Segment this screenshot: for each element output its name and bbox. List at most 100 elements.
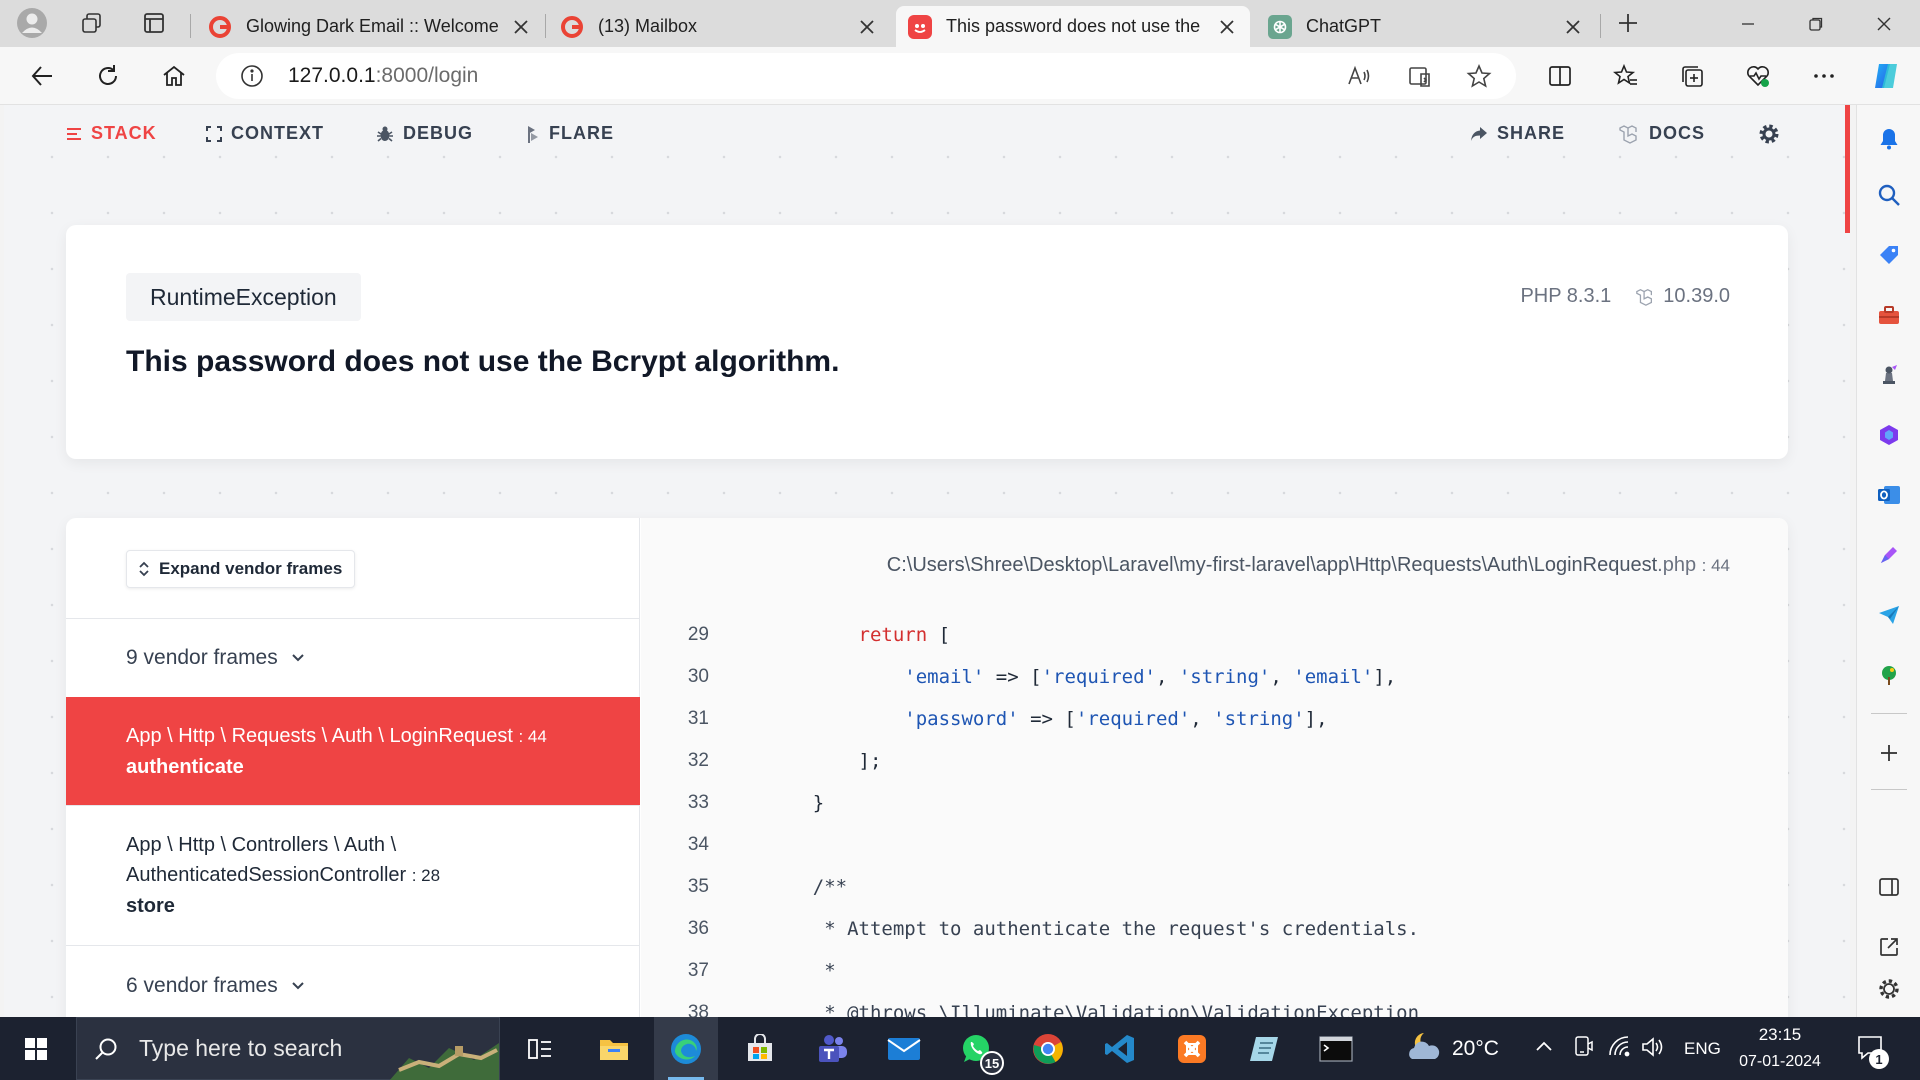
show-hidden-icons-button[interactable] bbox=[1534, 1037, 1554, 1062]
read-aloud-icon[interactable] bbox=[1346, 63, 1372, 94]
line-source: * Attempt to authenticate the request's … bbox=[767, 918, 1419, 940]
volume-icon[interactable] bbox=[1640, 1035, 1666, 1064]
chevron-down-icon bbox=[292, 653, 304, 661]
more-options-button[interactable] bbox=[1804, 56, 1844, 96]
mail-button[interactable] bbox=[872, 1017, 936, 1080]
designer-button[interactable] bbox=[1869, 535, 1909, 575]
home-button[interactable] bbox=[154, 56, 194, 96]
copilot-button[interactable] bbox=[1866, 56, 1906, 96]
weather-icon[interactable] bbox=[1404, 1029, 1444, 1070]
tab-chatgpt[interactable]: ChatGPT bbox=[1256, 6, 1596, 47]
tab-mailbox[interactable]: (13) Mailbox bbox=[548, 6, 890, 47]
edge-taskbar-button[interactable] bbox=[654, 1017, 718, 1080]
workspaces-button[interactable] bbox=[72, 6, 112, 40]
tools-button[interactable] bbox=[1869, 295, 1909, 335]
outlook-button[interactable] bbox=[1869, 475, 1909, 515]
restore-button[interactable] bbox=[1782, 0, 1850, 47]
stack-frame-active[interactable]: App \ Http \ Requests \ Auth \ LoginRequ… bbox=[66, 697, 640, 805]
collections-button[interactable] bbox=[1672, 56, 1712, 96]
url-host: 127.0.0.1 bbox=[288, 64, 376, 87]
nav-debug[interactable]: DEBUG bbox=[376, 123, 473, 144]
split-screen-button[interactable] bbox=[1540, 56, 1580, 96]
tree-app-button[interactable] bbox=[1869, 655, 1909, 695]
terminal-button[interactable] bbox=[1304, 1017, 1368, 1080]
tree-icon bbox=[1882, 666, 1896, 685]
expand-vendor-frames-button[interactable]: Expand vendor frames bbox=[126, 550, 356, 588]
file-explorer-button[interactable] bbox=[582, 1017, 646, 1080]
meet-now-icon[interactable] bbox=[1572, 1035, 1594, 1064]
code-file-path[interactable]: C:\Users\Shree\Desktop\Laravel\my-first-… bbox=[887, 554, 1730, 577]
minimize-button[interactable] bbox=[1714, 0, 1782, 47]
sidebar-settings-button[interactable] bbox=[1869, 969, 1909, 1009]
teams-button[interactable] bbox=[800, 1017, 864, 1080]
notifications-button[interactable] bbox=[1869, 119, 1909, 159]
frame-method: authenticate bbox=[126, 756, 244, 778]
microsoft-store-button[interactable] bbox=[728, 1017, 792, 1080]
weather-temperature[interactable]: 20°C bbox=[1452, 1037, 1499, 1061]
tab-error-page[interactable]: This password does not use the bbox=[896, 6, 1250, 47]
nav-docs[interactable]: DOCS bbox=[1618, 123, 1705, 144]
close-icon[interactable] bbox=[510, 16, 532, 38]
taskbar-search-box[interactable]: Type here to search bbox=[76, 1017, 500, 1080]
scrollbar-thumb[interactable] bbox=[1845, 105, 1850, 233]
tab-title: Glowing Dark Email :: Welcome t bbox=[246, 16, 502, 36]
tab-actions-button[interactable] bbox=[134, 6, 174, 40]
nav-flare-label: FLARE bbox=[549, 123, 614, 143]
site-info-icon[interactable] bbox=[240, 64, 264, 93]
system-clock[interactable]: 23:15 07-01-2024 bbox=[1738, 1025, 1822, 1071]
input-language[interactable]: ENG bbox=[1684, 1039, 1721, 1059]
search-button[interactable] bbox=[1869, 175, 1909, 215]
code-token: 'password' bbox=[904, 708, 1019, 730]
telegram-button[interactable] bbox=[1869, 595, 1909, 635]
wifi-icon[interactable] bbox=[1608, 1035, 1634, 1064]
games-button[interactable] bbox=[1869, 355, 1909, 395]
close-icon[interactable] bbox=[1562, 16, 1584, 38]
vscode-button[interactable] bbox=[1088, 1017, 1152, 1080]
chrome-button[interactable] bbox=[1016, 1017, 1080, 1080]
close-icon[interactable] bbox=[856, 16, 878, 38]
add-sidebar-app-button[interactable] bbox=[1869, 733, 1909, 773]
gear-icon bbox=[1879, 979, 1899, 999]
nav-context[interactable]: CONTEXT bbox=[206, 123, 324, 144]
hide-sidebar-button[interactable] bbox=[1869, 867, 1909, 907]
bell-icon bbox=[1880, 129, 1898, 150]
tab-glowing-dark-email[interactable]: Glowing Dark Email :: Welcome t bbox=[196, 6, 544, 47]
php-version: PHP 8.3.1 bbox=[1520, 285, 1612, 307]
nav-flare[interactable]: FLARE bbox=[526, 123, 614, 144]
close-window-button[interactable] bbox=[1850, 0, 1918, 47]
close-icon[interactable] bbox=[1216, 16, 1238, 38]
browser-essentials-button[interactable] bbox=[1738, 56, 1778, 96]
shopping-button[interactable] bbox=[1869, 235, 1909, 275]
clock-time: 23:15 bbox=[1758, 1025, 1802, 1044]
profile-avatar-button[interactable] bbox=[12, 6, 52, 40]
vendor-frames-toggle[interactable]: 6 vendor frames bbox=[66, 945, 640, 1017]
vendor-frames-toggle[interactable]: 9 vendor frames bbox=[66, 618, 640, 696]
nav-share[interactable]: SHARE bbox=[1470, 123, 1565, 144]
line-number: 35 bbox=[687, 876, 709, 897]
whatsapp-button[interactable]: 15 bbox=[944, 1017, 1008, 1080]
address-bar[interactable]: 127.0.0.1:8000/login bbox=[216, 53, 1516, 99]
code-token: , bbox=[1190, 708, 1214, 730]
favorite-star-icon[interactable] bbox=[1466, 63, 1492, 94]
new-tab-button[interactable] bbox=[1608, 6, 1648, 40]
bug-icon bbox=[377, 126, 393, 142]
workspaces-icon bbox=[82, 13, 101, 33]
settings-button[interactable] bbox=[1758, 123, 1780, 145]
start-button[interactable] bbox=[4, 1017, 68, 1080]
stack-frame[interactable]: App \ Http \ Controllers \ Auth \ Authen… bbox=[66, 805, 640, 945]
nav-stack[interactable]: STACK bbox=[66, 123, 157, 144]
task-view-button[interactable] bbox=[508, 1017, 572, 1080]
refresh-button[interactable] bbox=[88, 56, 128, 96]
immersive-reader-icon[interactable] bbox=[1408, 63, 1434, 94]
xampp-button[interactable] bbox=[1160, 1017, 1224, 1080]
notification-center-button[interactable]: 1 bbox=[1856, 1033, 1889, 1069]
open-external-button[interactable] bbox=[1869, 927, 1909, 967]
notepad-app-button[interactable] bbox=[1232, 1017, 1296, 1080]
favorites-button[interactable] bbox=[1606, 56, 1646, 96]
microsoft365-button[interactable] bbox=[1869, 415, 1909, 455]
code-token: 'required' bbox=[1041, 666, 1156, 688]
exception-message: This password does not use the Bcrypt al… bbox=[126, 345, 840, 378]
back-button[interactable] bbox=[22, 56, 62, 96]
code-line: 31 'password' => ['required', 'string'], bbox=[641, 698, 1419, 740]
